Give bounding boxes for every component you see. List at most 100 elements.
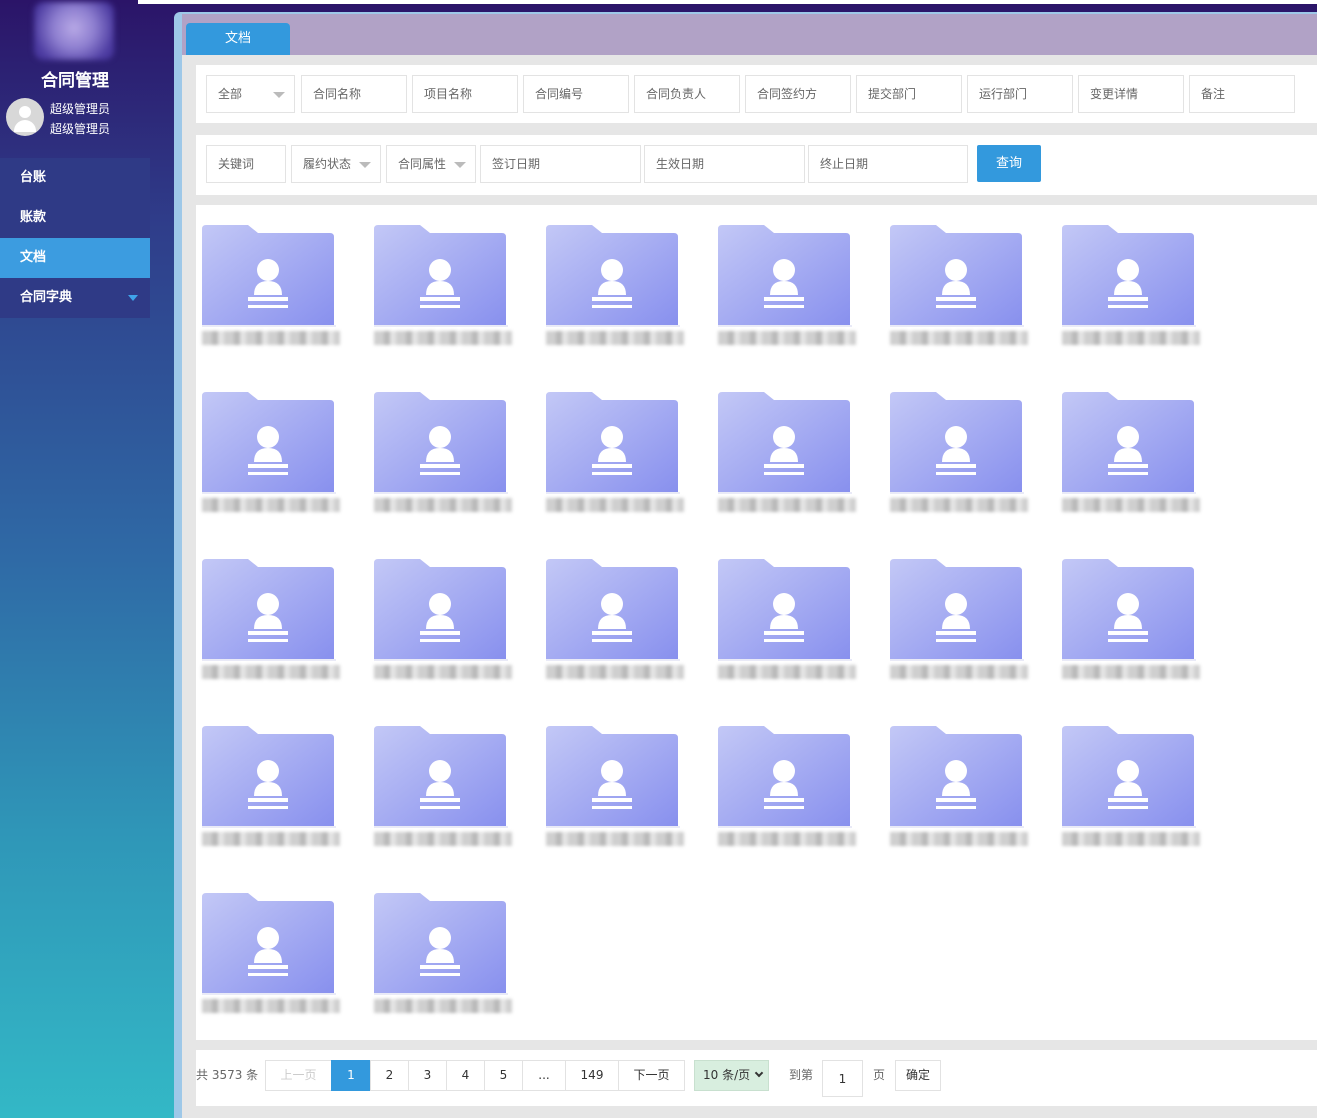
page-5-button[interactable]: 5: [484, 1060, 523, 1091]
contract-attr-value: 合同属性: [398, 157, 447, 171]
document-folder[interactable]: [890, 392, 1028, 517]
folder-label-redacted: [890, 498, 1028, 512]
type-select[interactable]: 全部: [206, 75, 295, 113]
folder-user-icon: [374, 726, 508, 828]
dropdown-arrow-icon: [273, 92, 285, 98]
signing-party-input[interactable]: 合同签约方: [745, 75, 851, 113]
document-folder[interactable]: [718, 726, 856, 851]
document-folder[interactable]: [546, 225, 684, 350]
contract-no-input[interactable]: 合同编号: [523, 75, 629, 113]
prev-page-button[interactable]: 上一页: [265, 1060, 332, 1091]
user-name: 超级管理员: [50, 102, 111, 116]
filter-row-2: 关键词 履约状态 合同属性 签订日期 生效日期 终止日期 查询: [196, 135, 1317, 195]
sidebar: 合同管理 超级管理员 超级管理员 台账 账款 文档 合同字典: [0, 0, 160, 1118]
content: 全部 合同名称 项目名称 合同编号 合同负责人 合同签约方 提交部门 运行部门 …: [182, 55, 1317, 1118]
folder-label-redacted: [546, 331, 684, 345]
tab-bar: 文档: [182, 14, 1317, 55]
folder-label-redacted: [718, 498, 856, 512]
effective-date-input[interactable]: 生效日期: [644, 145, 805, 183]
contract-attr-select[interactable]: 合同属性: [386, 145, 476, 183]
folder-user-icon: [718, 726, 852, 828]
folder-user-icon: [1062, 392, 1196, 494]
page-ellipsis: ...: [522, 1060, 566, 1091]
document-folder[interactable]: [202, 726, 340, 851]
folder-label-redacted: [546, 832, 684, 846]
avatar[interactable]: [6, 98, 44, 136]
document-folder[interactable]: [1062, 392, 1200, 517]
sidebar-item-ledger[interactable]: 台账: [0, 158, 150, 198]
folder-label-redacted: [546, 665, 684, 679]
page-last-button[interactable]: 149: [565, 1060, 619, 1091]
page-size-select[interactable]: 10 条/页: [694, 1060, 769, 1091]
keyword-input[interactable]: 关键词: [206, 145, 286, 183]
operation-dept-input[interactable]: 运行部门: [967, 75, 1073, 113]
document-folder[interactable]: [718, 225, 856, 350]
next-page-button[interactable]: 下一页: [618, 1060, 685, 1091]
folder-user-icon: [202, 392, 336, 494]
document-folder[interactable]: [890, 225, 1028, 350]
pagination: 共 3573 条 上一页 1 2 3 4 5 ... 149 下一页 10 条/…: [196, 1050, 1317, 1106]
document-folder[interactable]: [374, 559, 512, 684]
sidebar-item-payments[interactable]: 账款: [0, 198, 150, 238]
folder-user-icon: [1062, 225, 1196, 327]
sign-date-input[interactable]: 签订日期: [480, 145, 641, 183]
folder-label-redacted: [374, 665, 512, 679]
document-folder[interactable]: [890, 726, 1028, 851]
document-folder[interactable]: [1062, 225, 1200, 350]
app-logo: [34, 2, 114, 60]
folder-user-icon: [546, 559, 680, 661]
folder-user-icon: [202, 559, 336, 661]
sidebar-menu: 台账 账款 文档 合同字典: [0, 158, 150, 318]
contract-name-input[interactable]: 合同名称: [301, 75, 407, 113]
document-folder[interactable]: [546, 726, 684, 851]
folder-user-icon: [374, 559, 508, 661]
submit-dept-input[interactable]: 提交部门: [856, 75, 962, 113]
page-3-button[interactable]: 3: [408, 1060, 447, 1091]
main-area: 文档 全部 合同名称 项目名称 合同编号 合同负责人 合同签约方 提交部门 运行…: [174, 12, 1317, 1118]
folder-label-redacted: [202, 832, 340, 846]
document-folder[interactable]: [374, 392, 512, 517]
document-folder[interactable]: [374, 225, 512, 350]
top-strip: [138, 0, 1317, 4]
document-folder[interactable]: [1062, 559, 1200, 684]
sidebar-item-dictionary[interactable]: 合同字典: [0, 278, 150, 318]
tab-documents[interactable]: 文档: [186, 23, 290, 55]
document-folder[interactable]: [718, 559, 856, 684]
goto-confirm-button[interactable]: 确定: [895, 1060, 941, 1091]
document-folder[interactable]: [202, 392, 340, 517]
end-date-input[interactable]: 终止日期: [808, 145, 968, 183]
document-folder[interactable]: [374, 726, 512, 851]
document-folder-grid: [196, 205, 1317, 1040]
folder-label-redacted: [374, 832, 512, 846]
document-folder[interactable]: [202, 225, 340, 350]
goto-page-input[interactable]: 1: [822, 1060, 863, 1097]
document-folder[interactable]: [1062, 726, 1200, 851]
goto-label: 到第: [789, 1068, 814, 1082]
folder-user-icon: [202, 726, 336, 828]
folder-label-redacted: [1062, 832, 1200, 846]
project-name-input[interactable]: 项目名称: [412, 75, 518, 113]
document-folder[interactable]: [546, 559, 684, 684]
document-folder[interactable]: [718, 392, 856, 517]
folder-user-icon: [718, 559, 852, 661]
folder-user-icon: [546, 225, 680, 327]
sidebar-item-documents[interactable]: 文档: [0, 238, 150, 278]
document-folder[interactable]: [546, 392, 684, 517]
folder-user-icon: [718, 392, 852, 494]
app-title: 合同管理: [41, 71, 109, 91]
document-folder[interactable]: [202, 559, 340, 684]
remarks-input[interactable]: 备注: [1189, 75, 1295, 113]
filter-row-1: 全部 合同名称 项目名称 合同编号 合同负责人 合同签约方 提交部门 运行部门 …: [196, 65, 1317, 123]
change-details-input[interactable]: 变更详情: [1078, 75, 1184, 113]
document-folder[interactable]: [202, 893, 340, 1018]
folder-user-icon: [1062, 726, 1196, 828]
page-1-button[interactable]: 1: [331, 1060, 371, 1091]
document-folder[interactable]: [890, 559, 1028, 684]
page-2-button[interactable]: 2: [370, 1060, 409, 1091]
contract-owner-input[interactable]: 合同负责人: [634, 75, 740, 113]
document-folder[interactable]: [374, 893, 512, 1018]
page-4-button[interactable]: 4: [446, 1060, 485, 1091]
query-button[interactable]: 查询: [977, 145, 1041, 182]
folder-user-icon: [718, 225, 852, 327]
performance-status-select[interactable]: 履约状态: [291, 145, 381, 183]
